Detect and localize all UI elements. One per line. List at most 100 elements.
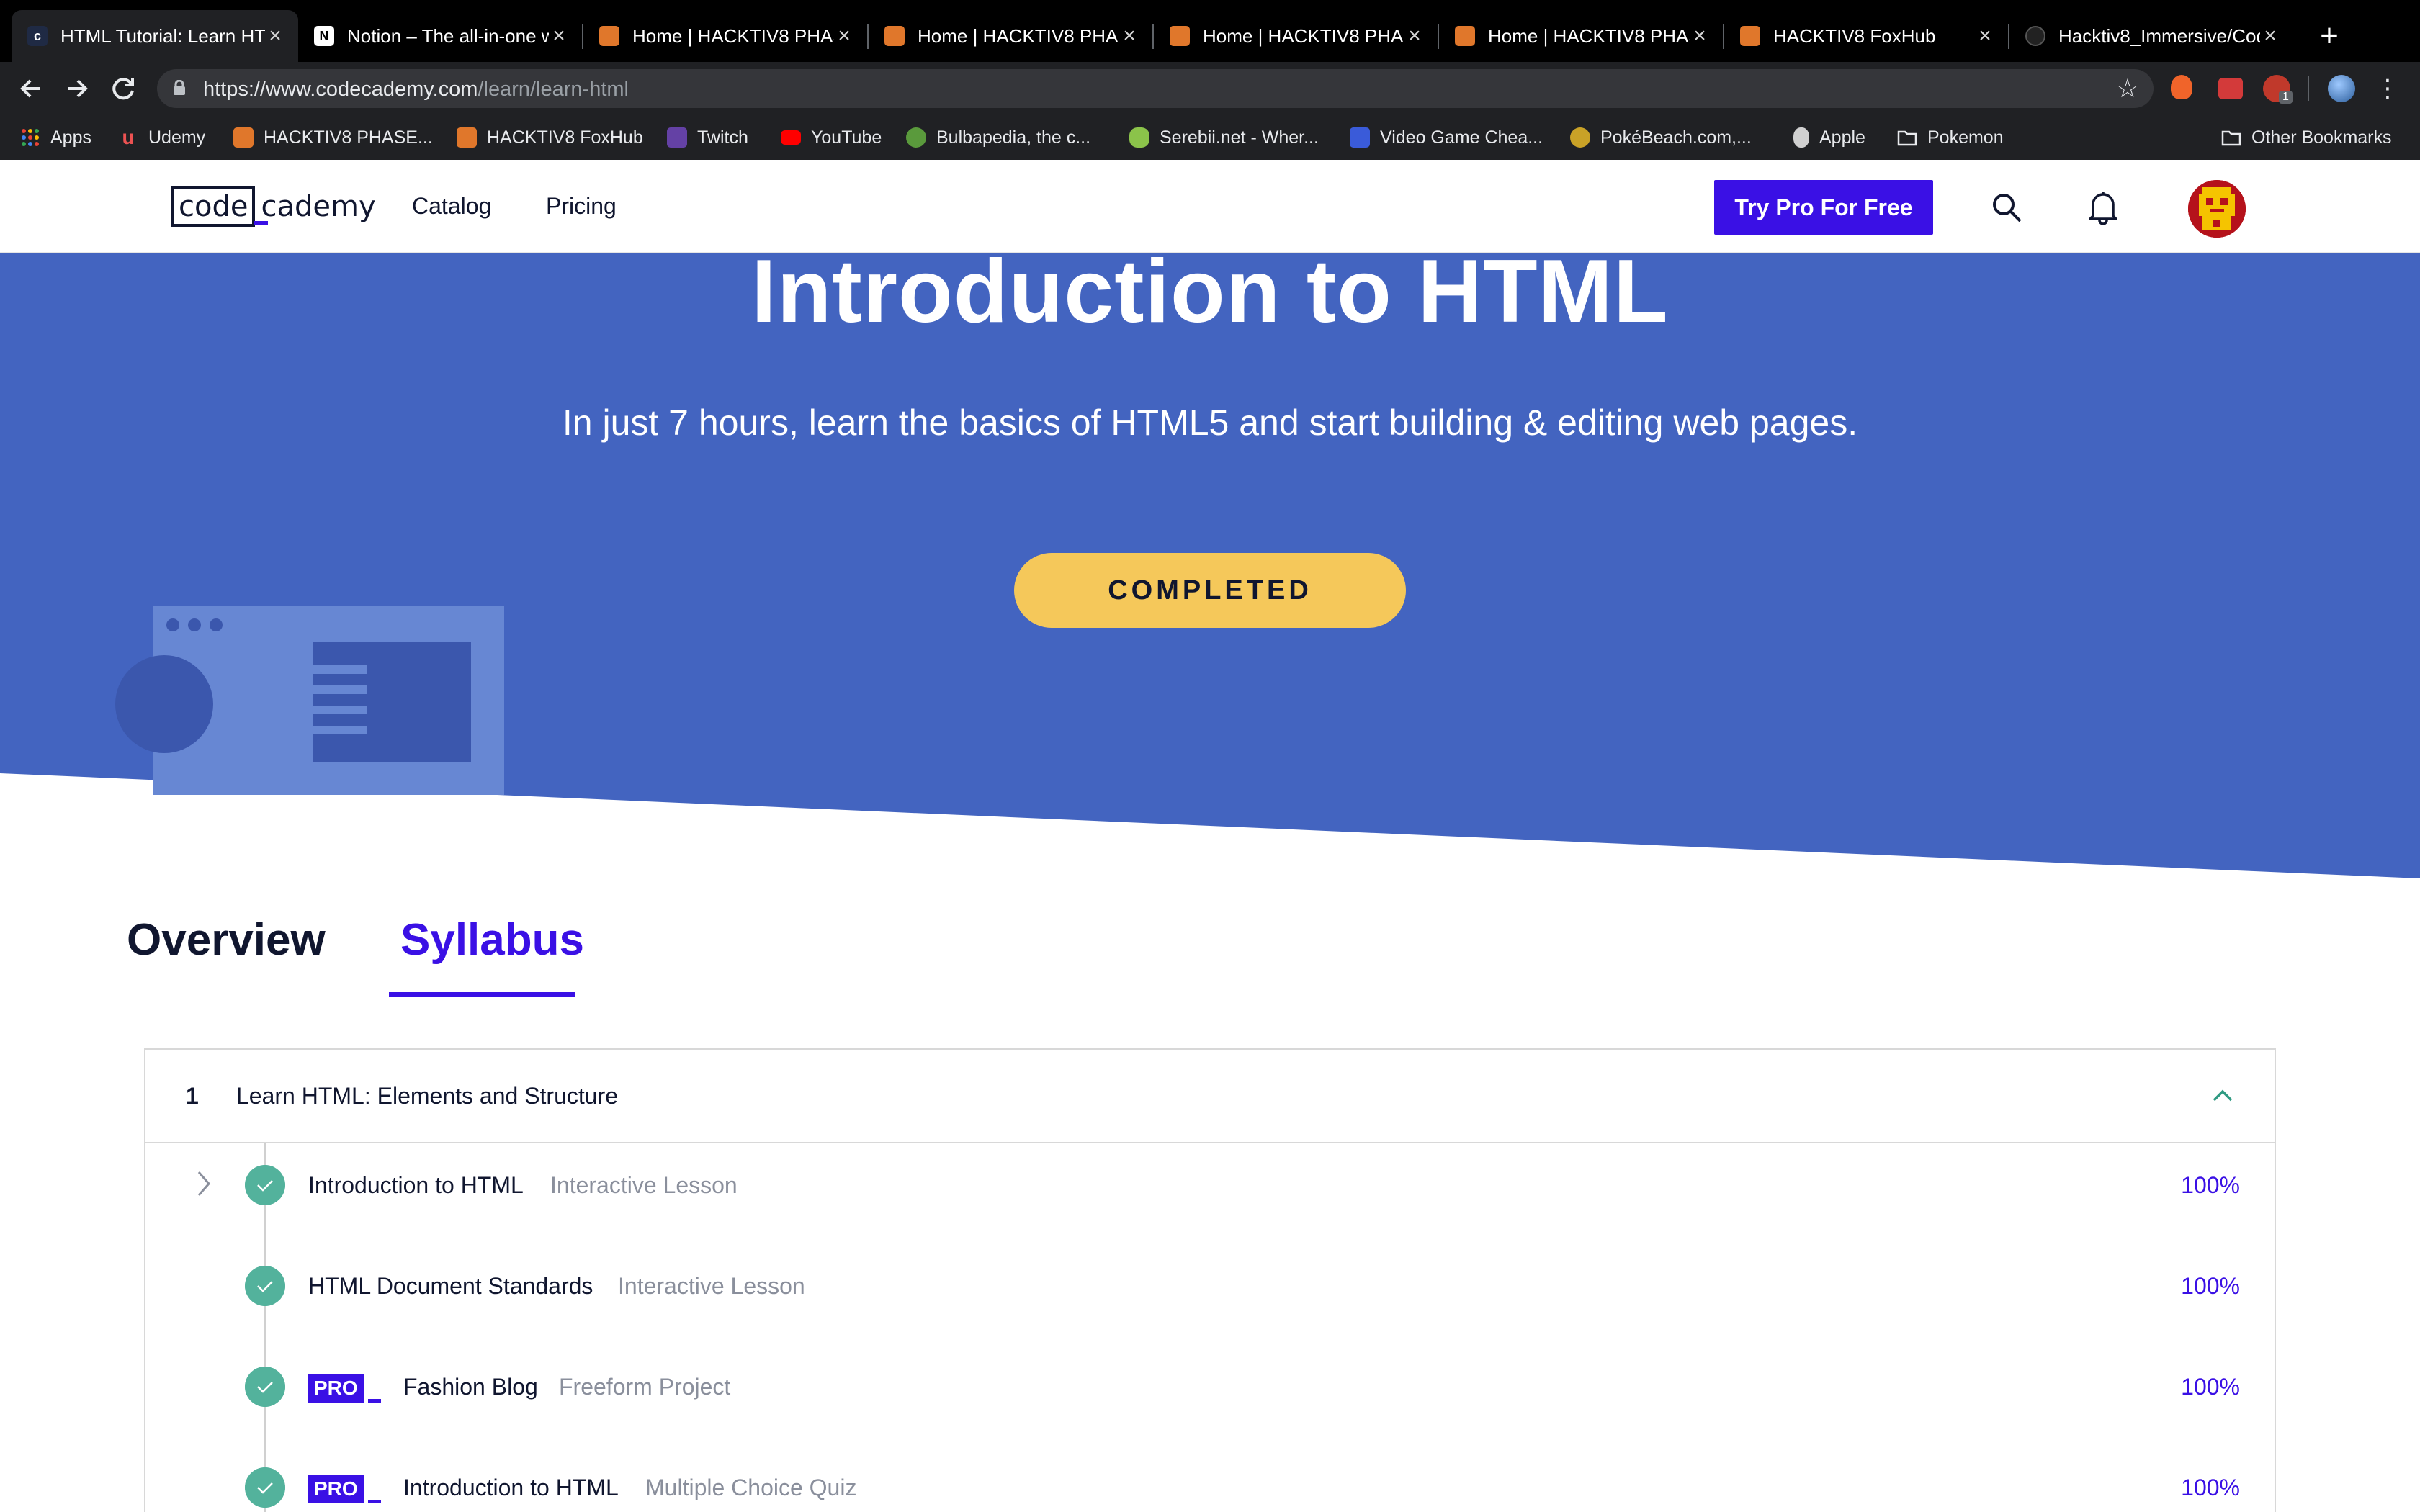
url-text: https://www.codecademy.com/learn/learn-h… <box>203 78 629 102</box>
close-icon[interactable]: × <box>2260 24 2280 48</box>
lesson-name: Fashion Blog <box>403 1374 538 1400</box>
try-pro-button[interactable]: Try Pro For Free <box>1714 180 1933 235</box>
pokebeach-icon <box>1570 127 1590 148</box>
close-icon[interactable]: × <box>1404 24 1425 48</box>
profile-avatar-icon[interactable] <box>2328 75 2355 102</box>
hacktiv8-icon <box>884 26 905 46</box>
browser-tab[interactable]: Home | HACKTIV8 PHASE × <box>1154 10 1438 62</box>
browser-tab[interactable]: N Notion – The all-in-one workspace × <box>298 10 582 62</box>
github-icon <box>2025 26 2045 46</box>
lesson-progress: 100% <box>2181 1374 2240 1400</box>
forward-button[interactable] <box>60 72 94 105</box>
menu-kebab-icon[interactable]: ⋮ <box>2371 72 2404 105</box>
bookmark-item[interactable]: HACKTIV8 FoxHub <box>457 125 643 150</box>
codecademy-icon: c <box>27 26 48 46</box>
lesson-row[interactable]: PRO Introduction to HTML Multiple Choice… <box>145 1449 2275 1512</box>
bookmark-item[interactable]: PokéBeach.com,... <box>1570 125 1752 150</box>
pro-badge: PRO <box>308 1374 381 1403</box>
search-icon[interactable] <box>1989 190 2024 225</box>
tab-title: Home | HACKTIV8 PHASE <box>918 24 1119 47</box>
bookmark-label: Udemy <box>148 127 206 148</box>
user-avatar[interactable] <box>2188 180 2246 238</box>
completed-button[interactable]: COMPLETED <box>1014 553 1406 628</box>
course-subtitle: In just 7 hours, learn the basics of HTM… <box>562 402 1858 443</box>
reload-button[interactable] <box>107 72 140 105</box>
close-icon[interactable]: × <box>834 24 854 48</box>
tab-syllabus[interactable]: Syllabus <box>400 914 584 966</box>
codecademy-logo[interactable]: code cademy <box>171 184 376 229</box>
browser-tab[interactable]: Hacktiv8_Immersive/Codecademy × <box>2009 10 2293 62</box>
bookmark-item[interactable]: Bulbapedia, the c... <box>906 125 1090 150</box>
tab-title: Home | HACKTIV8 PHASE <box>632 24 834 47</box>
nav-pricing[interactable]: Pricing <box>546 193 617 220</box>
hero-banner: Introduction to HTML In just 7 hours, le… <box>0 242 2420 880</box>
bookmark-item[interactable]: Video Game Chea... <box>1350 125 1543 150</box>
twitch-icon <box>667 127 687 148</box>
pro-badge-text: PRO <box>308 1475 364 1503</box>
lesson-progress: 100% <box>2181 1172 2240 1198</box>
module-title: Learn HTML: Elements and Structure <box>236 1083 619 1109</box>
site-header: code cademy Catalog Pricing Try Pro For F… <box>0 160 2420 253</box>
extension-lastpass-icon[interactable]: 1 <box>2263 75 2293 104</box>
close-icon[interactable]: × <box>265 24 285 48</box>
hacktiv8-icon <box>599 26 619 46</box>
bookmark-item[interactable]: u Udemy <box>118 125 205 150</box>
bookmark-item[interactable]: YouTube <box>781 125 882 150</box>
bookmark-item[interactable]: Apps <box>20 125 91 150</box>
bookmark-item[interactable]: Apple <box>1793 125 1865 150</box>
check-circle-icon <box>245 1467 285 1508</box>
bookmark-item[interactable]: Pokemon <box>1897 125 2004 150</box>
syllabus-panel: 1 Learn HTML: Elements and Structure Int… <box>144 1048 2276 1512</box>
address-bar[interactable]: https://www.codecademy.com/learn/learn-h… <box>157 69 2154 108</box>
bookmark-item[interactable]: HACKTIV8 PHASE... <box>233 125 433 150</box>
extension-fire-icon[interactable] <box>2171 75 2192 99</box>
bookmark-star-icon[interactable]: ☆ <box>2116 73 2139 104</box>
logo-box-text: code <box>171 186 256 227</box>
close-icon[interactable]: × <box>549 24 569 48</box>
lesson-progress: 100% <box>2181 1273 2240 1299</box>
lesson-type: Interactive Lesson <box>550 1172 738 1198</box>
close-icon[interactable]: × <box>1975 24 1995 48</box>
lesson-type: Interactive Lesson <box>618 1273 805 1299</box>
browser-toolbar: https://www.codecademy.com/learn/learn-h… <box>0 62 2420 115</box>
course-tabs: Overview Syllabus <box>0 914 2420 1022</box>
tab-overview[interactable]: Overview <box>127 914 326 966</box>
browser-tab[interactable]: HACKTIV8 FoxHub × <box>1724 10 2008 62</box>
active-tab-indicator <box>389 992 575 997</box>
bookmark-label: Apps <box>50 127 91 148</box>
notion-icon: N <box>314 26 334 46</box>
bookmark-label: Bulbapedia, the c... <box>936 127 1091 148</box>
browser-tab[interactable]: c HTML Tutorial: Learn HTML For Free | C… <box>12 10 298 62</box>
close-icon[interactable]: × <box>1119 24 1139 48</box>
tab-title: HACKTIV8 FoxHub <box>1773 24 1936 47</box>
folder-icon <box>2221 130 2241 146</box>
back-button[interactable] <box>14 72 48 105</box>
extension-mail-icon[interactable] <box>2218 78 2243 99</box>
close-icon[interactable]: × <box>1690 24 1710 48</box>
pro-badge-underscore <box>367 1500 381 1503</box>
module-header[interactable]: 1 Learn HTML: Elements and Structure <box>145 1050 2275 1143</box>
check-circle-icon <box>245 1266 285 1306</box>
check-circle-icon <box>245 1367 285 1407</box>
tab-title: Home | HACKTIV8 PHASE <box>1203 24 1404 47</box>
browser-tab[interactable]: Home | HACKTIV8 PHASE × <box>1439 10 1723 62</box>
browser-tab[interactable]: Home | HACKTIV8 PHASE × <box>583 10 867 62</box>
logo-rest-text: cademy <box>254 190 376 225</box>
gamefaqs-icon <box>1350 127 1370 148</box>
chevron-right-icon[interactable] <box>193 1168 215 1200</box>
chevron-up-icon[interactable] <box>2208 1081 2237 1110</box>
bookmark-label: PokéBeach.com,... <box>1600 127 1752 148</box>
lesson-row[interactable]: Introduction to HTML Interactive Lesson … <box>145 1146 2275 1218</box>
browser-tab[interactable]: Home | HACKTIV8 PHASE × <box>869 10 1152 62</box>
bookmark-label: HACKTIV8 FoxHub <box>487 127 643 148</box>
new-tab-button[interactable]: + <box>2315 17 2344 55</box>
lesson-row[interactable]: HTML Document Standards Interactive Less… <box>145 1247 2275 1319</box>
bookmark-item[interactable]: Serebii.net - Wher... <box>1129 125 1319 150</box>
bell-icon[interactable] <box>2086 189 2120 225</box>
nav-catalog[interactable]: Catalog <box>412 193 491 220</box>
lock-icon <box>174 80 185 95</box>
bookmark-item[interactable]: Twitch <box>667 125 748 150</box>
other-bookmarks[interactable]: Other Bookmarks <box>2221 125 2392 150</box>
hacktiv8-icon <box>233 127 254 148</box>
lesson-row[interactable]: PRO Fashion Blog Freeform Project 100% <box>145 1348 2275 1420</box>
